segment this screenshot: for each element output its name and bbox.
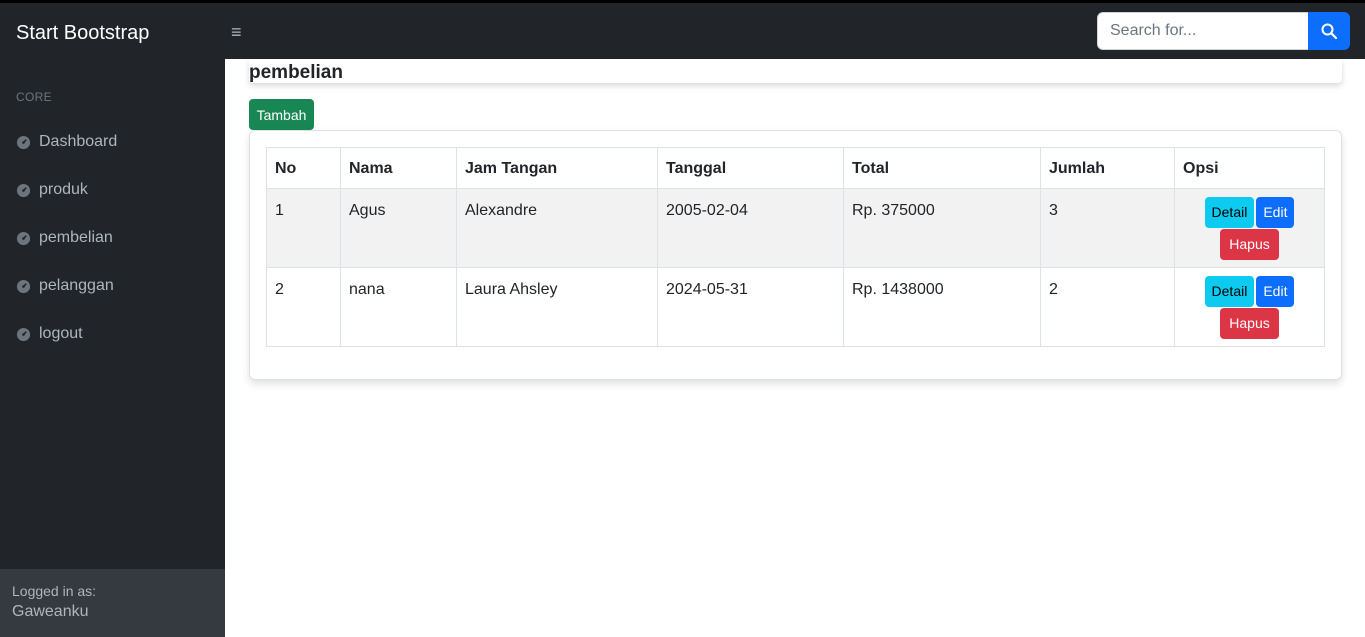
sidebar-item-label: pembelian (39, 229, 113, 246)
title-card: pembelian (249, 59, 1342, 83)
table-row: 1 Agus Alexandre 2005-02-04 Rp. 375000 3… (266, 188, 1325, 268)
table-header-row: No Nama Jam Tangan Tanggal Total Jumlah … (266, 147, 1325, 189)
sidebar-item-label: logout (39, 325, 83, 342)
add-button[interactable]: Tambah (249, 99, 314, 130)
cell-nama: nana (340, 267, 457, 347)
edit-button[interactable]: Edit (1256, 276, 1295, 307)
sidebar-item-pembelian[interactable]: pembelian (16, 226, 113, 250)
delete-button[interactable]: Hapus (1220, 308, 1279, 339)
search-input[interactable] (1097, 12, 1309, 50)
table-card: No Nama Jam Tangan Tanggal Total Jumlah … (249, 130, 1342, 380)
cell-tanggal: 2024-05-31 (657, 267, 844, 347)
edit-button[interactable]: Edit (1256, 197, 1295, 228)
sidebar-item-dashboard[interactable]: Dashboard (16, 130, 117, 154)
col-header-jam-tangan: Jam Tangan (456, 147, 658, 189)
cell-total: Rp. 1438000 (843, 267, 1041, 347)
logged-in-label: Logged in as: (12, 583, 97, 599)
page-title: pembelian (249, 62, 343, 83)
cell-jumlah: 3 (1040, 188, 1175, 268)
cell-jam-tangan: Laura Ahsley (456, 267, 658, 347)
col-header-opsi: Opsi (1174, 147, 1325, 189)
top-navbar: Start Bootstrap ≡ (0, 0, 1365, 59)
detail-button[interactable]: Detail (1204, 276, 1255, 307)
cell-jam-tangan: Alexandre (456, 188, 658, 268)
sidebar-item-logout[interactable]: logout (16, 322, 83, 346)
sidebar-item-pelanggan[interactable]: pelanggan (16, 274, 114, 298)
cell-opsi: Detail Edit Hapus (1174, 267, 1325, 347)
detail-button[interactable]: Detail (1204, 197, 1255, 228)
delete-button[interactable]: Hapus (1220, 229, 1279, 260)
table-row: 2 nana Laura Ahsley 2024-05-31 Rp. 14380… (266, 267, 1325, 347)
username: Gaweanku (12, 603, 89, 620)
main-content: pembelian Tambah No Nama Jam Tangan Tang… (225, 59, 1365, 637)
tachometer-icon (16, 327, 31, 342)
cell-no: 1 (266, 188, 341, 268)
col-header-nama: Nama (340, 147, 457, 189)
cell-tanggal: 2005-02-04 (657, 188, 844, 268)
search-button[interactable] (1308, 12, 1350, 50)
search-form (1097, 12, 1350, 50)
search-icon (1321, 23, 1337, 39)
sidebar-item-label: produk (39, 181, 88, 198)
cell-nama: Agus (340, 188, 457, 268)
col-header-total: Total (843, 147, 1041, 189)
tachometer-icon (16, 279, 31, 294)
cell-total: Rp. 375000 (843, 188, 1041, 268)
col-header-no: No (266, 147, 341, 189)
sidebar-item-produk[interactable]: produk (16, 178, 88, 202)
tachometer-icon (16, 231, 31, 246)
sidebar-footer: Logged in as: Gaweanku (0, 569, 225, 637)
col-header-tanggal: Tanggal (657, 147, 844, 189)
cell-opsi: Detail Edit Hapus (1174, 188, 1325, 268)
sidebar-toggle-icon[interactable]: ≡ (231, 22, 242, 43)
brand-title[interactable]: Start Bootstrap (16, 22, 149, 45)
tachometer-icon (16, 183, 31, 198)
cell-jumlah: 2 (1040, 267, 1175, 347)
sidebar-heading: CORE (16, 90, 52, 104)
sidebar-item-label: Dashboard (39, 133, 118, 150)
cell-no: 2 (266, 267, 341, 347)
col-header-jumlah: Jumlah (1040, 147, 1175, 189)
sidebar: CORE Dashboard produk pembelian pelangga… (0, 59, 225, 637)
purchase-table: No Nama Jam Tangan Tanggal Total Jumlah … (266, 147, 1325, 347)
sidebar-item-label: pelanggan (39, 277, 114, 294)
tachometer-icon (16, 135, 31, 150)
